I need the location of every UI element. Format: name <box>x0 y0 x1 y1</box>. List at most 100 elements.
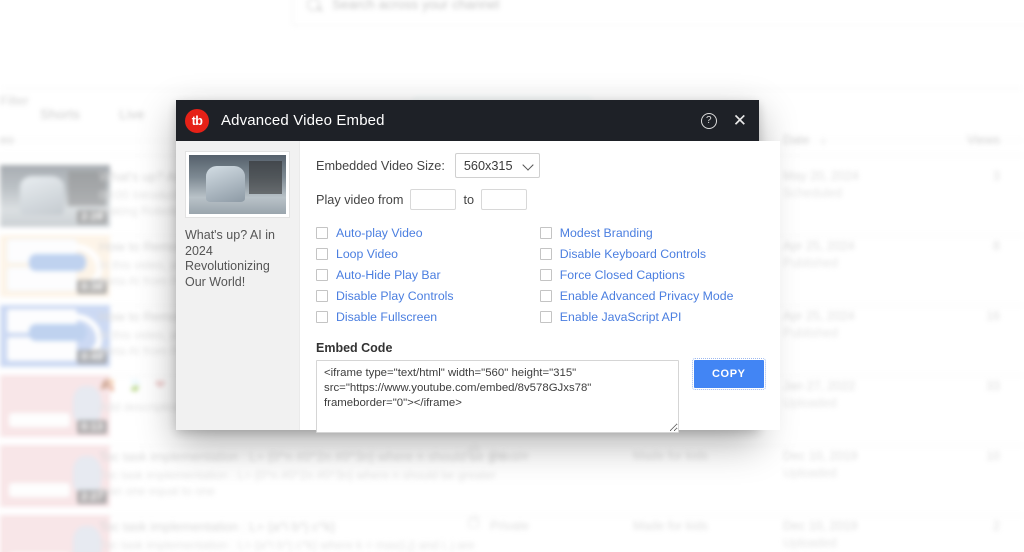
video-visibility: Private <box>490 449 529 463</box>
video-thumbnail[interactable]: 0:36 <box>0 235 110 297</box>
video-thumbnail[interactable]: 0:13 <box>0 375 110 437</box>
video-views: 2 <box>993 519 1000 533</box>
checkbox-input[interactable] <box>316 290 328 302</box>
video-views: 33 <box>986 379 1000 393</box>
checkbox-disable-fullscreen[interactable]: Disable Fullscreen <box>316 307 540 327</box>
tubebuddy-logo-icon: tb <box>185 108 209 133</box>
table-row[interactable]: 2:27 Toc task implementation : L= {0^n #… <box>0 445 1024 515</box>
video-thumbnail[interactable]: 0:49 <box>0 305 110 367</box>
video-description: Toc task implementation : L= {0^n #0^2n … <box>99 468 496 498</box>
column-header-views[interactable]: Views <box>967 133 1000 147</box>
search-placeholder: Search across your channel <box>332 0 500 12</box>
video-state: Published <box>783 256 838 270</box>
checkbox-auto-play-video[interactable]: Auto-play Video <box>316 223 540 243</box>
checkbox-column-right: Modest Branding Disable Keyboard Control… <box>539 223 764 327</box>
checkbox-enable-javascript-api[interactable]: Enable JavaScript API <box>539 307 764 327</box>
dialog-title: Advanced Video Embed <box>221 112 385 129</box>
video-made-for-kids: Made for kids <box>633 449 709 463</box>
checkbox-auto-hide-play-bar[interactable]: Auto-Hide Play Bar <box>316 265 540 285</box>
video-state: Uploaded <box>783 536 837 550</box>
copy-button[interactable]: COPY <box>692 358 766 390</box>
checkbox-input[interactable] <box>539 248 552 260</box>
checkbox-loop-video[interactable]: Loop Video <box>316 244 540 264</box>
checkbox-label[interactable]: Disable Fullscreen <box>336 310 437 324</box>
video-thumbnail[interactable] <box>0 515 110 552</box>
video-date: Dec 10, 2019 <box>783 519 858 533</box>
video-visibility: Private <box>490 519 529 533</box>
column-header-date[interactable]: Date <box>783 133 809 147</box>
checkbox-label[interactable]: Enable JavaScript API <box>560 310 682 324</box>
help-button[interactable]: ? <box>700 112 717 129</box>
checkbox-label[interactable]: Force Closed Captions <box>560 268 685 282</box>
dialog-header: tb Advanced Video Embed ? ✕ <box>176 100 759 141</box>
video-description: Toc task implementation : L= {a^i b^j c^… <box>99 538 475 552</box>
checkbox-input[interactable] <box>316 311 328 323</box>
checkbox-input[interactable] <box>316 248 328 260</box>
table-row[interactable]: Toc task implementation : L= {a^i b^j c^… <box>0 515 1024 552</box>
video-state: Uploaded <box>783 466 837 480</box>
video-thumbnail[interactable]: 2:27 <box>0 445 110 507</box>
play-range-row: Play video from to <box>316 189 764 210</box>
checkbox-label[interactable]: Disable Keyboard Controls <box>560 247 706 261</box>
video-date: Apr 25, 2024 <box>783 239 855 253</box>
checkbox-modest-branding[interactable]: Modest Branding <box>539 223 764 243</box>
filter-label[interactable]: Filter <box>0 93 29 108</box>
video-views: 3 <box>993 169 1000 183</box>
help-icon: ? <box>700 112 717 129</box>
video-title: What's up? AI in 2024 Revolutionizing Ou… <box>185 228 275 289</box>
video-state: Uploaded <box>783 396 837 410</box>
checkbox-enable-advanced-privacy-mode[interactable]: Enable Advanced Privacy Mode <box>539 286 764 306</box>
video-title-emoji: 🍂 🍃 ❤ <box>99 377 170 392</box>
tab-live[interactable]: Live <box>96 107 168 122</box>
play-from-input[interactable] <box>410 189 457 210</box>
video-thumbnail[interactable]: 2:28 <box>0 165 110 227</box>
video-views: 8 <box>993 239 1000 253</box>
background-toolbar <box>0 33 1024 89</box>
video-size-label: Embedded Video Size: <box>316 158 445 173</box>
video-title[interactable]: Toc task implementation : L= {a^i b^j c^… <box>99 519 335 534</box>
video-views: 10 <box>986 449 1000 463</box>
lock-icon <box>468 445 479 458</box>
close-button[interactable]: ✕ <box>733 112 747 129</box>
dialog-body: What's up? AI in 2024 Revolutionizing Ou… <box>176 141 780 433</box>
checkbox-input[interactable] <box>539 269 552 281</box>
embed-code-textarea[interactable]: <iframe type="text/html" width="560" hei… <box>316 360 679 433</box>
play-to-input[interactable] <box>481 189 528 210</box>
embed-code-heading: Embed Code <box>316 341 393 355</box>
checkbox-force-closed-captions[interactable]: Force Closed Captions <box>539 265 764 285</box>
checkbox-input[interactable] <box>316 227 328 239</box>
video-state: Published <box>783 326 838 340</box>
checkbox-label[interactable]: Modest Branding <box>560 226 653 240</box>
screen: Search across your channel Shorts Live P… <box>0 0 1024 552</box>
checkbox-disable-play-controls[interactable]: Disable Play Controls <box>316 286 540 306</box>
checkbox-input[interactable] <box>539 227 552 239</box>
video-title[interactable]: Toc task implementation : L= {0^n #0^2n … <box>99 449 519 464</box>
video-size-select[interactable]: 560x315 <box>454 153 540 178</box>
checkbox-label[interactable]: Enable Advanced Privacy Mode <box>560 289 734 303</box>
embed-options-form: Embedded Video Size: 560x315 Play video … <box>300 141 780 433</box>
duration-badge: 0:13 <box>76 420 107 434</box>
checkbox-column-left: Auto-play Video Loop Video Auto-Hide Pla… <box>316 223 540 327</box>
checkbox-disable-keyboard-controls[interactable]: Disable Keyboard Controls <box>539 244 764 264</box>
checkbox-input[interactable] <box>316 269 328 281</box>
column-header-video: eo <box>0 133 14 147</box>
embed-code-row: <iframe type="text/html" width="560" hei… <box>316 358 766 433</box>
video-date: Jan 27, 2022 <box>783 379 856 393</box>
video-views: 16 <box>986 309 1000 323</box>
embed-option-checkboxes: Auto-play Video Loop Video Auto-Hide Pla… <box>316 223 764 327</box>
checkbox-label[interactable]: Auto-Hide Play Bar <box>336 268 441 282</box>
search-icon <box>307 0 320 11</box>
video-size-select-wrap: 560x315 <box>454 153 540 178</box>
date-sort-icon[interactable]: ↓ <box>820 133 826 147</box>
video-preview-panel: What's up? AI in 2024 Revolutionizing Ou… <box>176 141 300 430</box>
video-date: May 20, 2024 <box>783 169 859 183</box>
channel-search-bar[interactable]: Search across your channel <box>292 0 1024 26</box>
checkbox-input[interactable] <box>539 290 552 302</box>
checkbox-label[interactable]: Disable Play Controls <box>336 289 454 303</box>
checkbox-input[interactable] <box>539 311 552 323</box>
checkbox-label[interactable]: Auto-play Video <box>336 226 423 240</box>
checkbox-label[interactable]: Loop Video <box>336 247 398 261</box>
video-date: Dec 10, 2019 <box>783 449 858 463</box>
tab-shorts[interactable]: Shorts <box>24 107 96 122</box>
video-date: Apr 25, 2024 <box>783 309 855 323</box>
